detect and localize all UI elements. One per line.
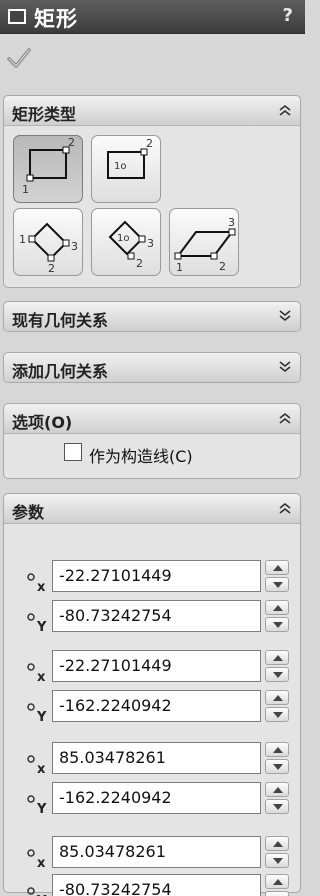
spin-down-button[interactable] <box>265 891 289 896</box>
spin-up-button[interactable] <box>265 600 289 615</box>
spin-up-button[interactable] <box>265 742 289 757</box>
point1-x-input[interactable]: -22.27101449 <box>52 560 261 592</box>
rect-type-header[interactable]: 矩形类型 <box>4 96 300 125</box>
rectangle-icon <box>8 9 26 24</box>
spin-up-button[interactable] <box>265 560 289 575</box>
center-label-1: 1o <box>114 161 126 172</box>
three-point-corner-rectangle-button[interactable]: 1 3 2 <box>13 208 83 276</box>
spin-up-button[interactable] <box>265 836 289 851</box>
point1-y-input[interactable]: -80.73242754 <box>52 600 261 632</box>
svg-text:x: x <box>37 670 46 684</box>
point3-x-spinner <box>265 742 289 774</box>
center-label-2: 2 <box>146 137 153 150</box>
point4-y-input[interactable]: -80.73242754 <box>52 874 261 896</box>
point2-y-spinner <box>265 690 289 722</box>
parallelogram-button[interactable]: 1 3 2 <box>169 208 239 276</box>
svg-text:x: x <box>37 856 46 870</box>
center-rectangle-button[interactable]: 1o 2 <box>91 135 161 203</box>
point4-x-input[interactable]: 85.03478261 <box>52 836 261 868</box>
x-coordinate-icon: x <box>27 663 46 684</box>
parameters-panel: 参数 x -22.27101449 Y -80.73242754 x -22.2… <box>3 493 301 896</box>
corner-label-1: 1 <box>22 183 29 196</box>
svg-text:x: x <box>37 580 46 594</box>
three-pt-center-label-2: 2 <box>136 257 143 270</box>
point4-y-spinner <box>265 874 289 896</box>
rect-type-title: 矩形类型 <box>12 105 77 124</box>
spin-up-button[interactable] <box>265 874 289 889</box>
options-header[interactable]: 选项(O) <box>4 404 300 433</box>
corner-rectangle-button[interactable]: 2 1 <box>13 135 83 203</box>
spin-down-button[interactable] <box>265 759 289 774</box>
chevron-up-icon[interactable] <box>278 411 292 425</box>
x-coordinate-icon: x <box>27 573 46 594</box>
spin-down-button[interactable] <box>265 577 289 592</box>
existing-relations-header[interactable]: 现有几何关系 <box>4 302 300 331</box>
y-coordinate-icon: Y <box>27 795 47 816</box>
panel-title: 矩形 <box>34 7 78 31</box>
spin-down-button[interactable] <box>265 853 289 868</box>
spin-up-button[interactable] <box>265 782 289 797</box>
help-button[interactable]: ? <box>283 5 293 26</box>
parameters-header[interactable]: 参数 <box>4 494 300 523</box>
three-point-center-rectangle-button[interactable]: 1o 3 2 <box>91 208 161 276</box>
three-pt-label-1: 1 <box>19 233 26 246</box>
title-bar: 矩形 ? <box>0 0 305 34</box>
y-coordinate-icon: Y <box>27 887 47 896</box>
options-title: 选项(O) <box>12 413 73 432</box>
spin-down-button[interactable] <box>265 617 289 632</box>
svg-text:Y: Y <box>36 620 47 634</box>
parallelogram-label-1: 1 <box>176 261 183 274</box>
point2-x-input[interactable]: -22.27101449 <box>52 650 261 682</box>
three-pt-center-label-1: 1o <box>117 233 129 244</box>
y-coordinate-icon: Y <box>27 703 47 724</box>
spin-down-button[interactable] <box>265 799 289 814</box>
svg-text:Y: Y <box>36 802 47 816</box>
chevron-up-icon[interactable] <box>278 501 292 515</box>
spin-up-button[interactable] <box>265 650 289 665</box>
three-pt-center-label-3: 3 <box>147 237 154 250</box>
spin-up-button[interactable] <box>265 690 289 705</box>
options-panel: 选项(O) 作为构造线(C) <box>3 403 301 479</box>
add-relations-panel: 添加几何关系 <box>3 352 301 383</box>
parallelogram-label-2: 2 <box>219 260 226 273</box>
point1-x-spinner <box>265 560 289 592</box>
chevron-up-icon[interactable] <box>278 103 292 117</box>
x-coordinate-icon: x <box>27 755 46 776</box>
svg-text:Y: Y <box>36 710 47 724</box>
svg-text:x: x <box>37 762 46 776</box>
point2-x-spinner <box>265 650 289 682</box>
add-relations-title: 添加几何关系 <box>12 362 109 381</box>
x-coordinate-icon: x <box>27 849 46 870</box>
point4-x-spinner <box>265 836 289 868</box>
point1-y-spinner <box>265 600 289 632</box>
y-coordinate-icon: Y <box>27 613 47 634</box>
point2-y-input[interactable]: -162.2240942 <box>52 690 261 722</box>
chevron-down-icon[interactable] <box>278 360 292 374</box>
three-pt-label-3: 3 <box>71 240 78 253</box>
construction-label: 作为构造线(C) <box>89 447 193 466</box>
corner-label-2: 2 <box>68 136 75 149</box>
checkmark-icon[interactable] <box>6 46 32 70</box>
existing-relations-panel: 现有几何关系 <box>3 301 301 332</box>
parameters-body: x -22.27101449 Y -80.73242754 x -22.2710… <box>4 523 300 896</box>
parallelogram-label-3: 3 <box>228 216 235 229</box>
existing-relations-title: 现有几何关系 <box>12 311 109 330</box>
chevron-down-icon[interactable] <box>278 309 292 323</box>
options-body: 作为构造线(C) <box>4 433 300 478</box>
rect-type-body: 2 1 1o 2 1 3 2 1o 3 2 1 3 2 <box>4 125 300 287</box>
spin-down-button[interactable] <box>265 667 289 682</box>
point3-y-input[interactable]: -162.2240942 <box>52 782 261 814</box>
add-relations-header[interactable]: 添加几何关系 <box>4 353 300 382</box>
point3-y-spinner <box>265 782 289 814</box>
rect-type-panel: 矩形类型 2 1 1o 2 1 3 2 1o 3 2 1 3 2 <box>3 95 301 288</box>
spin-down-button[interactable] <box>265 707 289 722</box>
three-pt-label-2: 2 <box>48 262 55 275</box>
point3-x-input[interactable]: 85.03478261 <box>52 742 261 774</box>
construction-checkbox[interactable] <box>64 443 82 461</box>
parameters-title: 参数 <box>12 503 45 522</box>
